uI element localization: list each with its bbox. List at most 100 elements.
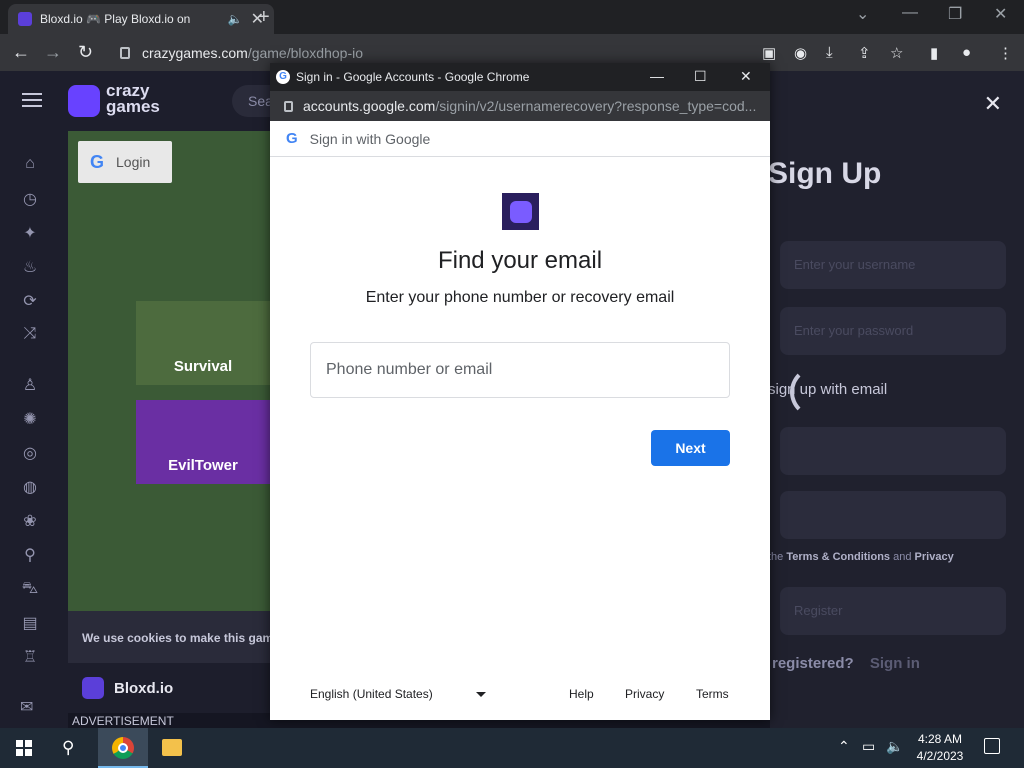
- signup-email-label[interactable]: sign up with email: [768, 381, 887, 398]
- trending-icon[interactable]: ♨: [20, 257, 40, 277]
- already-registered: registered? Sign in: [772, 655, 920, 672]
- volume-icon[interactable]: 🔈: [886, 738, 903, 755]
- popup-url-domain: accounts.google.com: [303, 98, 436, 114]
- lock-icon: [284, 100, 293, 112]
- windows-start-icon[interactable]: [16, 740, 32, 756]
- new-tab-button[interactable]: +: [258, 6, 270, 29]
- phone-or-email-input[interactable]: [310, 342, 730, 398]
- profile-icon[interactable]: ●: [962, 44, 971, 61]
- terms-link[interactable]: Terms: [696, 687, 729, 701]
- system-clock[interactable]: 4:28 AM 4/2/2023: [912, 731, 968, 765]
- signin-link[interactable]: Sign in: [870, 655, 920, 672]
- signup-title: Sign Up: [768, 157, 882, 190]
- close-icon[interactable]: ✕: [984, 91, 1002, 117]
- signup-panel: ✕ Sign Up Enter your username Enter your…: [768, 71, 1024, 728]
- car-icon[interactable]: ⛍: [20, 579, 40, 599]
- help-link[interactable]: Help: [569, 687, 594, 701]
- site-sidebar: ⌂ ◷ ✦ ♨ ⟳ ⤨ ♙ ✺ ◎ ◍ ❀ ⚲ ⛍ ▤ ♖: [0, 131, 68, 728]
- url-domain: crazygames.com: [142, 44, 248, 61]
- terms-prefix: the: [768, 551, 784, 563]
- chevron-down-icon: [476, 692, 486, 697]
- menu-kebab-icon[interactable]: ⋮: [998, 44, 1013, 62]
- home-icon[interactable]: ⌂: [20, 155, 40, 175]
- next-button[interactable]: Next: [651, 430, 730, 466]
- tab-strip: Bloxd.io 🎮 Play Bloxd.io on 🔈 ✕ + ⌄ — ❐ …: [0, 0, 1024, 34]
- clock-time: 4:28 AM: [917, 732, 963, 746]
- google-signin-popup: G Sign in - Google Accounts - Google Chr…: [270, 63, 770, 720]
- password-field[interactable]: Enter your password: [780, 307, 1006, 355]
- terms-text: the Terms & Conditions and Privacy: [768, 551, 954, 563]
- controller-icon[interactable]: ♖: [20, 647, 40, 667]
- terms-link[interactable]: Terms & Conditions: [786, 551, 890, 563]
- bloxd-favicon-icon: [18, 12, 32, 26]
- casual-icon[interactable]: ❀: [20, 511, 40, 531]
- chrome-icon: [112, 737, 134, 759]
- popup-close-button[interactable]: ✕: [740, 68, 752, 85]
- app-logo-icon: [502, 193, 539, 230]
- register-button[interactable]: Register: [780, 587, 1006, 635]
- file-explorer-icon[interactable]: [162, 739, 182, 756]
- game-card-survival[interactable]: Survival: [136, 301, 270, 385]
- restore-button[interactable]: ❐: [948, 4, 962, 24]
- chrome-taskbar-button[interactable]: [98, 728, 148, 768]
- popup-maximize-button[interactable]: ☐: [694, 68, 707, 85]
- url-path: /game/bloxdhop-io: [247, 44, 363, 61]
- game-card-eviltower[interactable]: EvilTower: [136, 400, 270, 484]
- signin-header-label: Sign in with Google: [309, 130, 431, 147]
- signup-field-3[interactable]: [780, 427, 1006, 475]
- tray-chevron-icon[interactable]: ⌃: [838, 738, 850, 755]
- adventure-icon[interactable]: ◎: [20, 443, 40, 463]
- download-icon[interactable]: ⤓: [826, 44, 833, 61]
- tab-title: Bloxd.io 🎮 Play Bloxd.io on: [40, 12, 191, 26]
- random-icon[interactable]: ⤨: [20, 325, 40, 345]
- signup-field-4[interactable]: [780, 491, 1006, 539]
- share-icon[interactable]: ⇪: [858, 44, 871, 62]
- minimize-button[interactable]: —: [902, 4, 918, 22]
- privacy-link[interactable]: Privacy: [625, 687, 664, 701]
- side-panel-icon[interactable]: ▮: [930, 44, 938, 62]
- updated-icon[interactable]: ⟳: [20, 291, 40, 311]
- google-icon[interactable]: ◉: [794, 44, 807, 62]
- bike-icon[interactable]: ⚲: [20, 545, 40, 565]
- new-icon[interactable]: ✦: [20, 223, 40, 243]
- username-field[interactable]: Enter your username: [780, 241, 1006, 289]
- lock-icon: [120, 46, 130, 59]
- sports-icon[interactable]: ◍: [20, 477, 40, 497]
- crazygames-logo[interactable]: crazy games: [106, 82, 160, 115]
- registered-text: registered?: [772, 655, 854, 672]
- google-favicon-icon: G: [276, 70, 290, 84]
- search-icon[interactable]: ⚲: [62, 738, 74, 758]
- card-label: Survival: [173, 358, 233, 375]
- game-title-bar: Bloxd.io: [68, 663, 270, 713]
- terms-and: and: [893, 551, 912, 563]
- page-subtitle: Enter your phone number or recovery emai…: [365, 289, 675, 306]
- privacy-link[interactable]: Privacy: [915, 551, 954, 563]
- site-header: crazy games Sea: [0, 71, 292, 131]
- multiplayer-icon[interactable]: ♙: [20, 375, 40, 395]
- game-login-button[interactable]: G Login: [78, 141, 172, 183]
- back-arrow-icon[interactable]: ←: [12, 42, 30, 63]
- bloxd-icon: [82, 677, 104, 699]
- bookmark-star-icon[interactable]: ☆: [890, 44, 903, 62]
- recent-icon[interactable]: ◷: [20, 189, 40, 209]
- taskbar: ⚲ ⌃ ▭ 🔈 4:28 AM 4/2/2023: [0, 728, 1024, 768]
- card-icon[interactable]: ▤: [20, 613, 40, 633]
- mail-icon[interactable]: ✉: [20, 697, 33, 717]
- action-icon[interactable]: ✺: [20, 409, 40, 429]
- language-select[interactable]: English (United States): [310, 687, 490, 701]
- tab-search-icon[interactable]: ⌄: [856, 4, 869, 24]
- network-icon[interactable]: ▭: [862, 738, 875, 755]
- crazygames-logo-icon[interactable]: [68, 85, 100, 117]
- popup-minimize-button[interactable]: —: [650, 68, 664, 84]
- speaker-icon[interactable]: 🔈: [228, 12, 243, 26]
- notification-icon[interactable]: [984, 738, 1000, 754]
- forward-arrow-icon[interactable]: →: [44, 42, 62, 63]
- login-label: Login: [116, 154, 151, 170]
- reload-icon[interactable]: ↻: [78, 42, 93, 63]
- close-window-button[interactable]: ✕: [994, 4, 1007, 24]
- game-frame[interactable]: G Login Survival EvilTower: [68, 131, 270, 663]
- menu-toggle-icon[interactable]: [22, 93, 42, 107]
- tab-bloxd[interactable]: Bloxd.io 🎮 Play Bloxd.io on 🔈 ✕: [8, 4, 274, 34]
- popup-url-path: /signin/v2/usernamerecovery?response_typ…: [435, 98, 757, 114]
- blocked-popup-icon[interactable]: ▣: [762, 44, 776, 62]
